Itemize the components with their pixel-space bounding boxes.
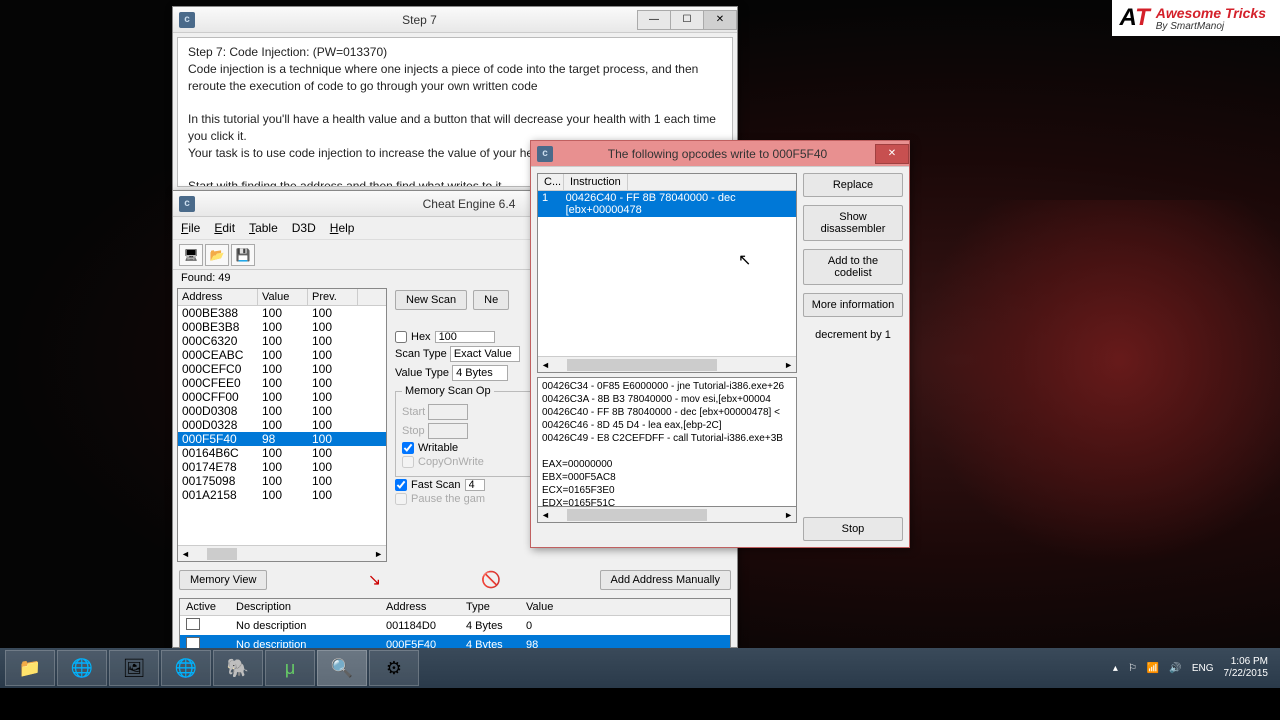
tray-flag-icon[interactable]: ⚐ [1128,663,1137,674]
close-button[interactable]: ✕ [703,10,737,30]
result-row[interactable]: 000CEABC100100 [178,348,386,362]
close-button[interactable]: ✕ [875,144,909,164]
col-prev[interactable]: Prev. [308,289,358,305]
new-scan-button[interactable]: New Scan [395,290,467,310]
replace-button[interactable]: Replace [803,173,903,197]
mouse-cursor-icon: ↖ [738,250,751,270]
result-row[interactable]: 000F5F4098100 [178,432,386,446]
brand-subtitle: By SmartManoj [1156,21,1266,32]
taskbar-chrome[interactable]: 🌐 [57,650,107,686]
save-button[interactable]: 💾 [231,244,255,266]
result-row[interactable]: 000CFF00100100 [178,390,386,404]
h-scrollbar[interactable] [538,356,796,372]
window-title: The following opcodes write to 000F5F40 [559,147,876,161]
result-row[interactable]: 000BE3B8100100 [178,320,386,334]
scan-results[interactable]: Address Value Prev. 000BE388100100000BE3… [177,288,387,562]
open-process-button[interactable]: 🖥 [179,244,203,266]
result-row[interactable]: 00175098100100 [178,474,386,488]
app-icon: c [179,196,195,212]
result-row[interactable]: 001A2158100100 [178,488,386,502]
branding-badge: AT Awesome Tricks By SmartManoj [1112,0,1280,36]
fast-scan-checkbox[interactable] [395,479,407,491]
taskbar-app[interactable]: 🖼 [109,650,159,686]
show-disassembler-button[interactable]: Show disassembler [803,205,903,241]
tray-up-icon[interactable]: ▴ [1113,663,1118,674]
result-row[interactable]: 000BE388100100 [178,306,386,320]
tray-language[interactable]: ENG [1192,663,1214,674]
app-icon: c [537,146,553,162]
taskbar-cheat-engine[interactable]: 🔍 [317,650,367,686]
result-row[interactable]: 000CEFC0100100 [178,362,386,376]
opcodes-titlebar[interactable]: c The following opcodes write to 000F5F4… [531,141,909,167]
h-scrollbar[interactable] [537,507,797,523]
col-description[interactable]: Description [230,599,380,615]
result-row[interactable]: 000CFEE0100100 [178,376,386,390]
add-arrow-icon[interactable]: ↘ [366,568,383,592]
disassembly-panel[interactable]: 00426C34 - 0F85 E6000000 - jne Tutorial-… [537,377,797,507]
taskbar-explorer[interactable]: 📁 [5,650,55,686]
opcodes-window: c The following opcodes write to 000F5F4… [530,140,910,548]
col-value[interactable]: Value [258,289,308,305]
col-type[interactable]: Type [460,599,520,615]
step7-titlebar[interactable]: c Step 7 — ☐ ✕ [173,7,737,33]
opcode-list[interactable]: C... Instruction 1 00426C40 - FF 8B 7804… [537,173,797,373]
col-instruction[interactable]: Instruction [564,174,628,190]
col-count[interactable]: C... [538,174,564,190]
scan-type-label: Scan Type [395,348,447,360]
stop-button[interactable]: Stop [803,517,903,541]
hex-label: Hex [411,331,431,343]
minimize-button[interactable]: — [637,10,671,30]
opcode-row[interactable]: 1 00426C40 - FF 8B 78040000 - dec [ebx+0… [538,191,796,217]
taskbar-utorrent[interactable]: μ [265,650,315,686]
start-input [428,404,468,420]
menu-help[interactable]: Help [330,221,355,235]
more-info-button[interactable]: More information [803,293,903,317]
taskbar-chrome2[interactable]: 🌐 [161,650,211,686]
window-title: Step 7 [201,13,638,27]
memory-view-button[interactable]: Memory View [179,570,267,590]
tray-clock[interactable]: 1:06 PM 7/22/2015 [1224,656,1269,680]
hex-checkbox[interactable] [395,331,407,343]
add-codelist-button[interactable]: Add to the codelist [803,249,903,285]
writable-checkbox[interactable] [402,442,414,454]
app-icon: c [179,12,195,28]
result-row[interactable]: 000D0308100100 [178,404,386,418]
open-file-button[interactable]: 📂 [205,244,229,266]
value-type-select[interactable] [452,365,508,381]
result-row[interactable]: 00174E78100100 [178,460,386,474]
tray-network-icon[interactable]: 📶 [1147,663,1159,674]
h-scrollbar[interactable] [178,545,386,561]
tray-volume-icon[interactable]: 🔊 [1169,663,1181,674]
info-text: decrement by 1 [803,329,903,341]
cow-checkbox [402,456,414,468]
add-address-manually-button[interactable]: Add Address Manually [600,570,731,590]
result-row[interactable]: 000D0328100100 [178,418,386,432]
stop-input [428,423,468,439]
col-address[interactable]: Address [380,599,460,615]
brand-title: Awesome Tricks [1156,5,1266,21]
maximize-button[interactable]: ☐ [670,10,704,30]
fast-scan-input[interactable] [465,479,485,491]
value-input[interactable] [435,331,495,343]
taskbar[interactable]: 📁 🌐 🖼 🌐 🐘 μ 🔍 ⚙ ▴ ⚐ 📶 🔊 ENG 1:06 PM 7/22… [0,648,1280,688]
menu-table[interactable]: Table [249,221,278,235]
table-row[interactable]: No description001184D04 Bytes0 [180,616,730,635]
value-type-label: Value Type [395,367,449,379]
col-value[interactable]: Value [520,599,580,615]
system-tray[interactable]: ▴ ⚐ 📶 🔊 ENG 1:06 PM 7/22/2015 [1113,656,1276,680]
result-row[interactable]: 00164B6C100100 [178,446,386,460]
scan-type-select[interactable] [450,346,520,362]
next-scan-button[interactable]: Ne [473,290,509,310]
taskbar-app3[interactable]: ⚙ [369,650,419,686]
col-active[interactable]: Active [180,599,230,615]
taskbar-app2[interactable]: 🐘 [213,650,263,686]
menu-edit[interactable]: Edit [214,221,235,235]
col-address[interactable]: Address [178,289,258,305]
pause-checkbox [395,493,407,505]
result-row[interactable]: 000C6320100100 [178,334,386,348]
no-entry-icon: 🚫 [481,570,501,590]
menu-file[interactable]: File [181,221,200,235]
menu-d3d[interactable]: D3D [292,221,316,235]
